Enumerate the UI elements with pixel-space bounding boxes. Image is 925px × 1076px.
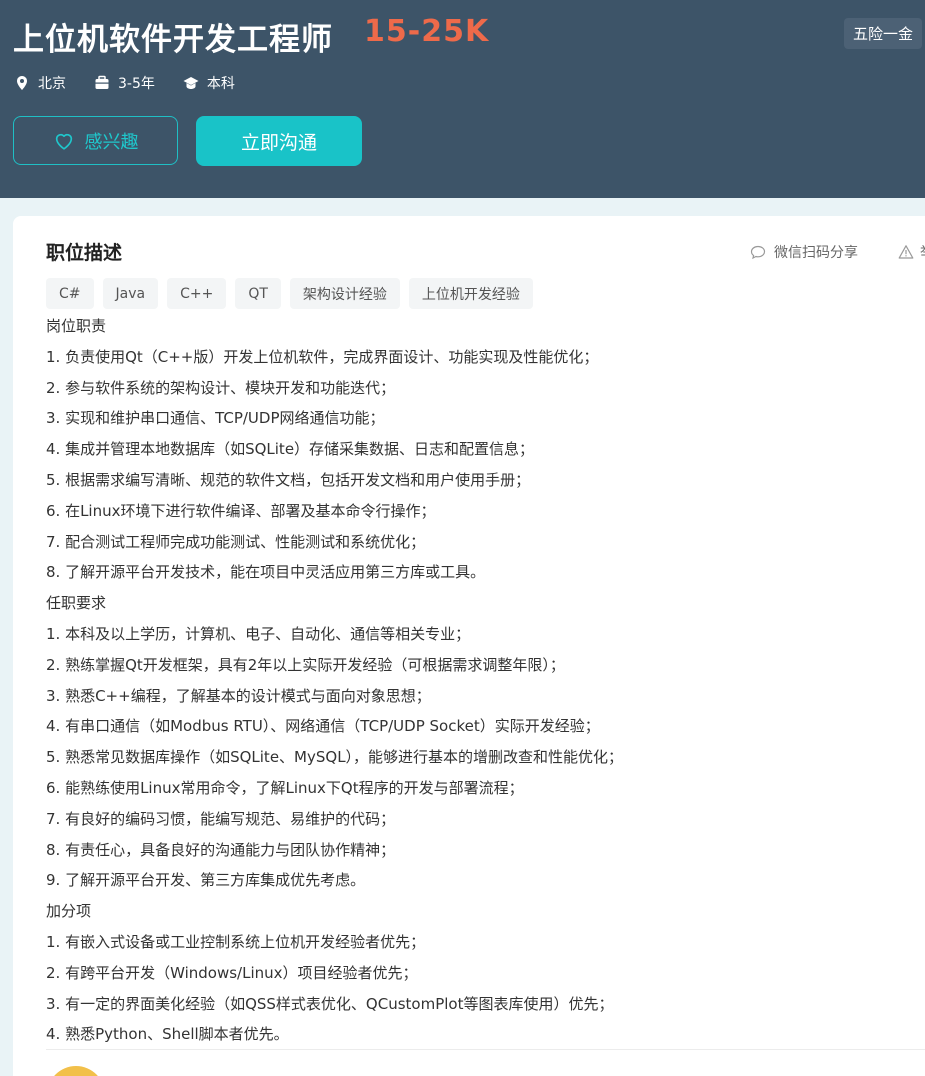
description-line: 1. 负责使用Qt（C++版）开发上位机软件，完成界面设计、功能实现及性能优化； [46,347,599,366]
wechat-share-button[interactable]: 微信扫码分享 [750,242,858,262]
share-label: 微信扫码分享 [774,245,858,261]
section-heading: 加分项 [46,902,92,921]
description-line: 1. 本科及以上学历，计算机、电子、自动化、通信等相关专业； [46,624,471,643]
description-line: 4. 集成并管理本地数据库（如SQLite）存储采集数据、日志和配置信息； [46,440,535,459]
description-line: 6. 在Linux环境下进行软件编译、部署及基本命令行操作； [46,501,436,520]
description-line: 3. 实现和维护串口通信、TCP/UDP网络通信功能； [46,409,385,428]
description-line: 3. 熟悉C++编程，了解基本的设计模式与面向对象思想； [46,686,431,705]
chat-bubble-icon [750,245,766,260]
job-header: 上位机软件开发工程师 15-25K 五险一金 北京 3-5年 本科 感兴趣 立即… [0,0,925,198]
graduation-cap-icon [183,77,199,89]
benefit-tag: 五险一金 [844,18,922,49]
description-line: 1. 有嵌入式设备或工业控制系统上位机开发经验者优先； [46,932,426,951]
description-line: 2. 有跨平台开发（Windows/Linux）项目经验者优先； [46,963,418,982]
description-line: 2. 熟练掌握Qt开发框架，具有2年以上实际开发经验（可根据需求调整年限）； [46,655,565,674]
description-line: 7. 配合测试工程师完成功能测试、性能测试和系统优化； [46,532,426,551]
job-description-card: 职位描述 微信扫码分享 举报 C# Java C++ QT 架构设计经验 上位机… [13,216,925,1076]
skill-tag: C# [46,278,94,309]
location-text: 北京 [38,76,66,92]
skill-tag: 上位机开发经验 [408,278,533,309]
education-text: 本科 [206,76,235,92]
description-line: 4. 熟悉Python、Shell脚本者优先。 [46,1025,289,1044]
skill-tags: C# Java C++ QT 架构设计经验 上位机开发经验 [46,278,542,309]
education-info: 本科 [183,73,235,93]
skill-tag: Java [102,278,159,309]
experience-text: 3-5年 [118,76,155,92]
warning-icon [898,245,914,259]
section-heading: 岗位职责 [46,317,107,335]
chat-now-button[interactable]: 立即沟通 [196,116,362,166]
skill-tag: QT [235,278,281,309]
description-line: 9. 了解开源平台开发、第三方库集成优先考虑。 [46,871,366,890]
description-line: 8. 有责任心，具备良好的沟通能力与团队协作精神； [46,840,396,859]
job-meta: 北京 3-5年 本科 [14,73,263,93]
section-heading: 任职要求 [46,594,107,613]
job-title: 上位机软件开发工程师 [13,22,333,58]
section-title: 职位描述 [46,242,123,264]
heart-icon [55,133,72,150]
interest-button[interactable]: 感兴趣 [13,116,178,165]
experience-info: 3-5年 [94,73,155,93]
report-button[interactable]: 举报 [898,242,925,262]
description-line: 8. 了解开源平台开发技术，能在项目中灵活应用第三方库或工具。 [46,563,486,582]
skill-tag: 架构设计经验 [289,278,400,309]
recruiter-avatar[interactable] [47,1066,105,1076]
skill-tag: C++ [167,278,227,309]
description-line: 2. 参与软件系统的架构设计、模块开发和功能迭代； [46,378,396,397]
description-line: 3. 有一定的界面美化经验（如QSS样式表优化、QCustomPlot等图表库使… [46,994,614,1013]
location-info: 北京 [14,73,66,93]
description-text: 岗位职责 1. 负责使用Qt（C++版）开发上位机软件，完成界面设计、功能实现及… [46,311,925,1050]
description-line: 5. 熟悉常见数据库操作（如SQLite、MySQL），能够进行基本的增删改查和… [46,748,624,767]
interest-label: 感兴趣 [84,131,139,153]
location-pin-icon [17,76,27,90]
description-line: 6. 能熟练使用Linux常用命令，了解Linux下Qt程序的开发与部署流程； [46,778,524,797]
description-line: 7. 有良好的编码习惯，能编写规范、易维护的代码； [46,809,396,828]
description-line: 5. 根据需求编写清晰、规范的软件文档，包括开发文档和用户使用手册； [46,470,531,489]
briefcase-icon [95,75,109,89]
description-line: 4. 有串口通信（如Modbus RTU）、网络通信（TCP/UDP Socke… [46,717,600,736]
divider [46,1049,925,1050]
salary-range: 15-25K [364,14,490,49]
report-label: 举报 [920,242,925,262]
